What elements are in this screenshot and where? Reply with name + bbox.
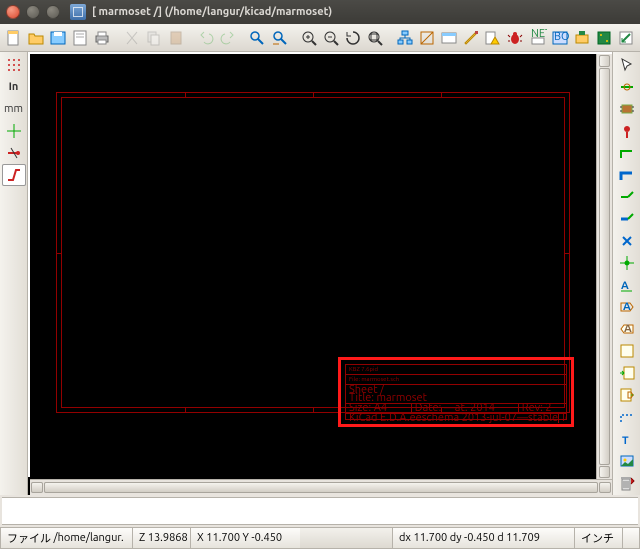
window-maximize-button[interactable] [46,5,60,19]
tb-row-kicad: KiCad E.D.A. eeschema 2013-jul-07—stable… [346,414,566,423]
units-inch-button[interactable]: In [2,76,26,98]
place-wire-entry-tool[interactable] [615,186,639,208]
place-wire-tool[interactable] [615,142,639,164]
window-close-button[interactable] [6,5,20,19]
find-replace-button[interactable] [269,27,289,49]
paste-button[interactable] [166,27,186,49]
import-sheetpin-tool[interactable] [615,362,639,384]
netlist-button[interactable]: NET [527,27,547,49]
units-mm-button[interactable]: mm [2,98,26,120]
right-toolbar: A A A T [612,52,640,495]
title-block-highlight: KBZ 7.6pid File: marmoset.sch Sheet / Ti… [338,357,574,427]
select-tool[interactable] [615,54,639,76]
cut-button[interactable] [122,27,142,49]
cursor-shape-button[interactable] [2,120,26,142]
status-resize-grip[interactable] [622,527,640,549]
status-file: ファイル /home/langur. [0,527,132,549]
title-block: KBZ 7.6pid File: marmoset.sch Sheet / Ti… [345,364,567,420]
app-icon [70,4,86,20]
highlight-net-tool[interactable] [615,76,639,98]
svg-text:A: A [621,280,629,292]
window-title: [ marmoset /] (/home/langur/kicad/marmos… [92,6,332,18]
new-button[interactable] [4,27,24,49]
tb-row-sheet: Sheet / Title: marmoset [346,385,566,404]
place-netlabel-tool[interactable]: A [615,274,639,296]
horizontal-scrollbar[interactable] [30,479,612,495]
place-power-tool[interactable] [615,120,639,142]
zoom-fit-button[interactable] [365,27,385,49]
schematic-canvas[interactable]: KBZ 7.6pid File: marmoset.sch Sheet / Ti… [30,54,596,479]
copy-button[interactable] [144,27,164,49]
undo-button[interactable] [196,27,216,49]
place-component-tool[interactable] [615,98,639,120]
hidden-pins-button[interactable] [2,142,26,164]
svg-text:A: A [624,323,632,335]
place-globallabel-tool[interactable]: A [615,296,639,318]
save-schematic-button[interactable] [48,27,68,49]
delete-tool[interactable] [615,472,639,494]
zoom-in-button[interactable] [299,27,319,49]
place-image-tool[interactable] [615,450,639,472]
hierarchy-button[interactable] [395,27,415,49]
library-browser-button[interactable] [439,27,459,49]
place-line-tool[interactable] [615,406,639,428]
print-button[interactable] [92,27,112,49]
tb-row-file: File: marmoset.sch [346,375,566,385]
backannotate-button[interactable] [616,27,636,49]
library-editor-button[interactable] [417,27,437,49]
pcbnew-button[interactable] [594,27,614,49]
vertical-scrollbar[interactable] [596,54,612,479]
tb-row-1: KBZ 7.6pid [346,365,566,375]
top-toolbar: NET BOM [0,24,640,52]
bom-button[interactable]: BOM [550,27,570,49]
open-button[interactable] [26,27,46,49]
window-minimize-button[interactable] [26,5,40,19]
main-area: In mm [0,52,640,495]
tb-row-size: Size: A4 Date: —at. 2014 Rev: 2 [346,404,566,414]
message-panel [2,497,638,525]
bus-direction-button[interactable] [2,164,26,186]
left-toolbar: In mm [0,52,28,495]
status-bar: ファイル /home/langur. Z 13.9868 X 11.700 Y … [0,527,640,549]
svg-text:T: T [622,435,629,447]
cvpcb-button[interactable] [572,27,592,49]
status-zoom: Z 13.9868 [132,527,190,549]
bug-button[interactable] [505,27,525,49]
place-hierlabel-tool[interactable]: A [615,318,639,340]
status-unit: インチ [574,527,622,549]
svg-text:BOM: BOM [554,31,569,43]
status-xy: X 11.700 Y -0.450 [190,527,300,549]
place-junction-tool[interactable] [615,252,639,274]
erc-button[interactable] [483,27,503,49]
place-sheet-tool[interactable] [615,340,639,362]
page-settings-button[interactable] [70,27,90,49]
grid-toggle[interactable] [2,54,26,76]
place-bus-tool[interactable] [615,164,639,186]
window-titlebar: [ marmoset /] (/home/langur/kicad/marmos… [0,0,640,24]
svg-text:A: A [623,301,631,313]
place-sheetpin-tool[interactable] [615,384,639,406]
place-text-tool[interactable]: T [615,428,639,450]
status-dxy: dx 11.700 dy -0.450 d 11.709 [392,527,574,549]
place-bus-entry-tool[interactable] [615,208,639,230]
redo-button[interactable] [218,27,238,49]
canvas-area: KBZ 7.6pid File: marmoset.sch Sheet / Ti… [28,52,612,495]
find-button[interactable] [247,27,267,49]
zoom-out-button[interactable] [321,27,341,49]
place-noconnect-tool[interactable] [615,230,639,252]
annotate-button[interactable] [461,27,481,49]
zoom-redraw-button[interactable] [343,27,363,49]
